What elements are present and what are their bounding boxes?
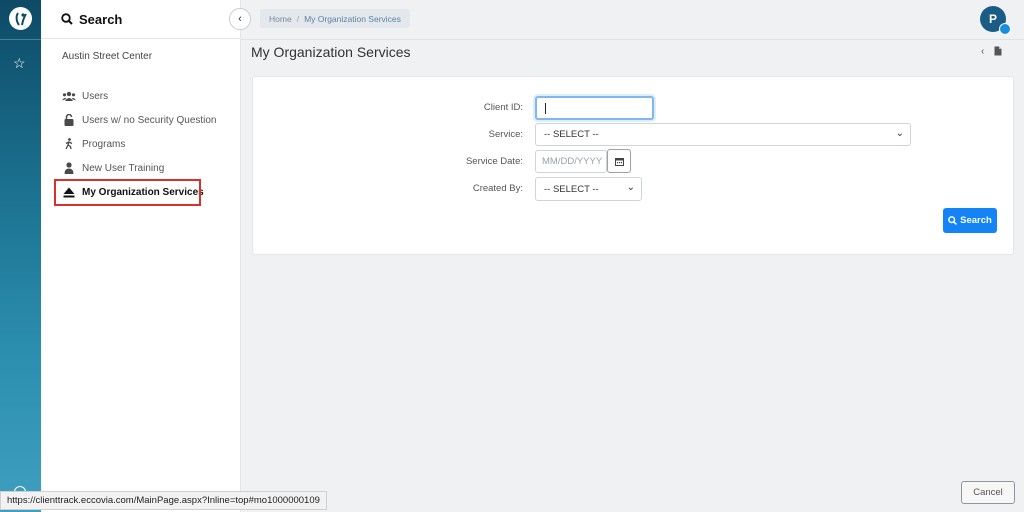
text-caret [545,102,546,114]
sidebar-item-users-no-security-question[interactable]: Users w/ no Security Question [62,112,242,128]
chevron-down-icon: ⌄ [895,128,904,139]
sidebar-item-label: New User Training [82,162,165,174]
calendar-icon [614,157,624,166]
client-id-input[interactable] [535,96,654,120]
breadcrumb-home-link[interactable]: Home [269,14,292,24]
collapse-sidebar-button[interactable]: ‹ [229,8,251,30]
chevron-down-icon: ⌄ [626,182,635,193]
highlight-annotation-box [54,179,201,206]
created-by-select[interactable]: -- SELECT -- ⌄ [535,177,642,201]
organization-name: Austin Street Center [62,51,153,62]
page-title: My Organization Services [251,44,411,60]
search-button-label: Search [960,215,992,226]
created-by-select-value: -- SELECT -- [544,183,599,195]
cancel-button[interactable]: Cancel [961,481,1015,504]
breadcrumb-separator: / [296,13,300,24]
chevron-left-icon: ‹ [238,13,242,25]
top-bar: Home / My Organization Services [241,0,1024,40]
chevron-left-icon[interactable]: ‹ [981,46,984,59]
edit-badge-icon[interactable] [999,23,1011,35]
status-bar-url: https://clienttrack.eccovia.com/MainPage… [0,491,327,510]
service-date-label: Service Date: [465,156,523,167]
header-actions: ‹ [981,46,1002,59]
search-icon [948,216,958,225]
sidebar-item-programs[interactable]: Programs [62,136,242,152]
sidebar-header: Search [41,0,240,39]
user-icon [62,162,76,174]
rail-divider [0,39,41,40]
search-icon [61,13,73,25]
app-rail: ☆ [0,0,41,512]
sidebar-item-label: Users [82,90,109,102]
sidebar: Search Austin Street Center Users Users … [41,0,241,512]
document-icon[interactable] [994,46,1002,59]
sidebar-item-new-user-training[interactable]: New User Training [62,160,242,176]
client-id-label: Client ID: [483,102,523,113]
service-select[interactable]: -- SELECT -- ⌄ [535,123,911,146]
sidebar-title: Search [79,11,123,27]
breadcrumb-current: My Organization Services [304,13,401,24]
sidebar-item-label: Programs [82,138,126,150]
favorites-star-icon[interactable]: ☆ [13,56,26,70]
person-walking-icon [62,138,76,150]
service-date-placeholder: MM/DD/YYYY [542,156,603,167]
created-by-label: Created By: [472,183,523,194]
users-icon [62,91,76,101]
search-button[interactable]: Search [943,208,997,233]
service-select-value: -- SELECT -- [544,129,599,140]
unlock-icon [62,114,76,126]
breadcrumb: Home / My Organization Services [260,9,410,28]
service-date-input[interactable]: MM/DD/YYYY [535,150,607,173]
calendar-button[interactable] [607,149,631,173]
sidebar-item-label: Users w/ no Security Question [82,114,217,126]
sidebar-item-users[interactable]: Users [62,88,242,104]
service-label: Service: [488,129,523,140]
app-logo-icon[interactable] [9,7,32,30]
